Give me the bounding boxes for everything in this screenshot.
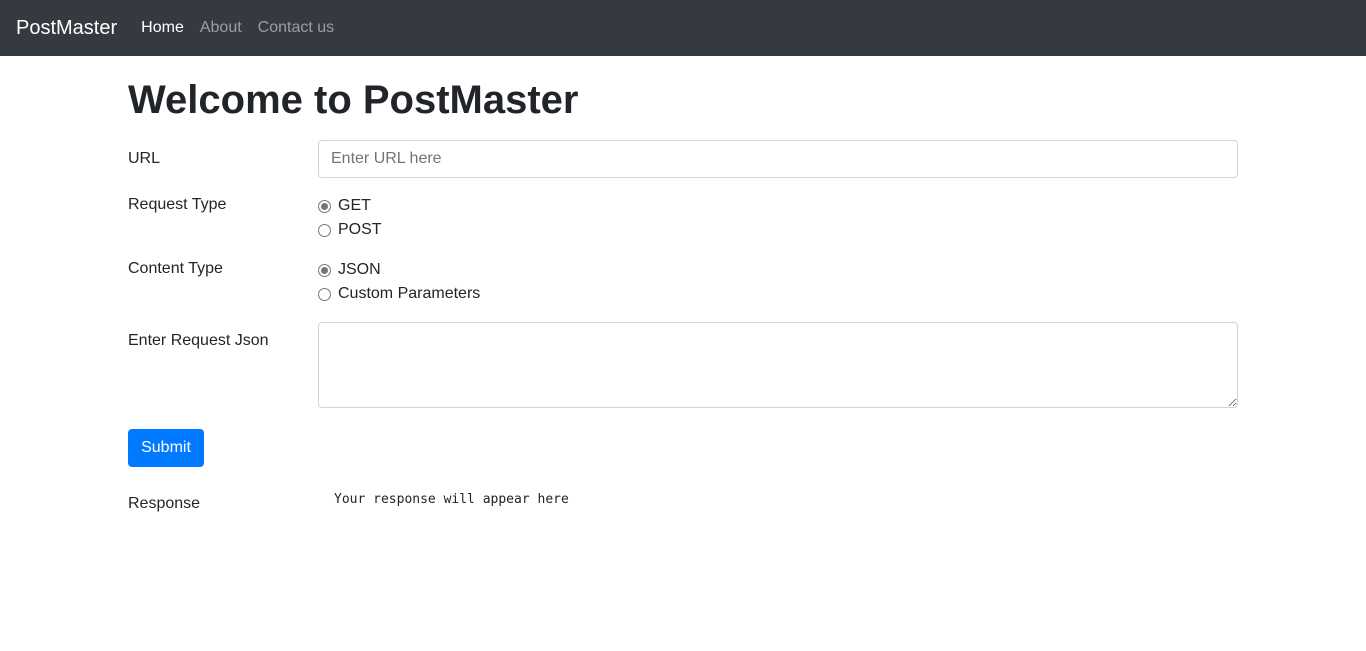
radio-custom-label: Custom Parameters xyxy=(338,285,481,302)
radio-get[interactable] xyxy=(318,199,331,213)
response-row: Response Your response will appear here xyxy=(128,485,1238,513)
page-title: Welcome to PostMaster xyxy=(128,78,579,122)
content-type-option-json[interactable]: JSON xyxy=(318,258,1238,282)
response-label: Response xyxy=(128,495,201,512)
radio-json[interactable] xyxy=(318,263,331,277)
request-json-textarea[interactable] xyxy=(318,322,1238,408)
radio-json-label: JSON xyxy=(338,261,381,278)
request-type-label: Request Type xyxy=(128,196,227,213)
content-type-row: Content Type JSON Custom Parameters xyxy=(128,258,1238,306)
request-type-option-post[interactable]: POST xyxy=(318,218,1238,242)
radio-post-label: POST xyxy=(338,221,382,238)
request-json-row: Enter Request Json xyxy=(128,322,1238,413)
response-output: Your response will appear here xyxy=(334,492,569,507)
url-label: URL xyxy=(128,150,161,167)
radio-get-label: GET xyxy=(338,197,371,214)
navbar-brand[interactable]: PostMaster xyxy=(16,17,117,40)
nav-link-contact[interactable]: Contact us xyxy=(258,19,334,37)
radio-custom-parameters[interactable] xyxy=(318,287,331,301)
request-json-label: Enter Request Json xyxy=(128,332,269,349)
submit-button[interactable]: Submit xyxy=(128,429,204,467)
nav-link-about[interactable]: About xyxy=(200,19,242,37)
request-type-option-get[interactable]: GET xyxy=(318,194,1238,218)
nav-link-home[interactable]: Home xyxy=(141,19,184,37)
radio-post[interactable] xyxy=(318,223,331,237)
url-input[interactable] xyxy=(318,140,1238,178)
content-type-option-custom[interactable]: Custom Parameters xyxy=(318,282,1238,306)
request-type-row: Request Type GET POST xyxy=(128,194,1238,242)
navbar: PostMaster Home About Contact us xyxy=(0,0,1366,56)
content-type-label: Content Type xyxy=(128,260,223,277)
main-container: Welcome to PostMaster URL Request Type G… xyxy=(128,56,1238,513)
url-row: URL xyxy=(128,140,1238,178)
